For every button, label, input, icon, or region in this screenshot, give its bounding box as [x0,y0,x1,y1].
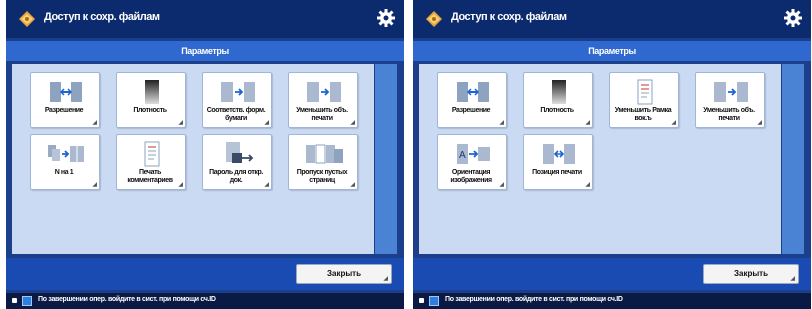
tile-density[interactable]: Плотность ◢ [116,72,186,128]
scrollbar[interactable] [375,64,397,254]
corner-arrow-icon: ◢ [92,182,97,188]
corner-arrow-icon: ◢ [264,120,269,126]
header-bar: Доступ к сохр. файлам [413,0,811,38]
tile-reduce-print[interactable]: Уменьшить объ. печати ◢ [288,72,358,128]
id-card-icon [429,296,439,306]
tile-reduce-print[interactable]: Уменьшить объ. печати ◢ [695,72,765,128]
right-panel: Доступ к сохр. файлам Параметры Разрешен… [413,0,811,309]
tile-label: Уменьшить Рамка вок.ъ [614,107,672,122]
section-title: Параметры [413,41,811,61]
left-panel: Доступ к сохр. файлам Параметры Разрешен… [6,0,404,309]
corner-arrow-icon: ◢ [790,276,795,282]
tile-resolution[interactable]: Разрешение ◢ [30,72,100,128]
svg-text:A: A [459,150,466,161]
tile-area: Разрешение ◢ Плотность ◢ Соответств. фор… [12,64,374,254]
tile-label: N на 1 [54,169,74,176]
corner-arrow-icon: ◢ [178,182,183,188]
folder-access-icon [426,11,442,27]
corner-arrow-icon: ◢ [264,182,269,188]
print-comments-icon [144,141,160,167]
close-button[interactable]: Закрыть ◢ [296,264,392,284]
section-title: Параметры [6,41,404,61]
corner-arrow-icon: ◢ [585,182,590,188]
status-dot-icon [419,298,424,303]
reduce-print-icon [714,82,748,102]
tile-match-paper[interactable]: Соответств. форм. бумаги ◢ [202,72,272,128]
density-icon [552,80,566,104]
tile-label: Разрешение [451,107,491,114]
close-button[interactable]: Закрыть ◢ [703,264,799,284]
corner-arrow-icon: ◢ [92,120,97,126]
id-card-icon [22,296,32,306]
tile-label: Соответств. форм. бумаги [206,107,266,122]
tile-label: Пароль для откр. док. [209,169,263,184]
header-title: Доступ к сохр. файлам [451,11,567,23]
tile-skip-blank[interactable]: Пропуск пустых страниц ◢ [288,134,358,190]
tile-image-orientation[interactable]: A Ориентация изображения ◢ [437,134,507,190]
tile-area: Разрешение ◢ Плотность ◢ Уменьшить Рамка… [419,64,781,254]
tile-label: Ориентация изображения [450,169,492,184]
corner-arrow-icon: ◢ [383,276,388,282]
status-dot-icon [12,298,17,303]
tile-print-comments[interactable]: Печать комментариев ◢ [116,134,186,190]
header-title: Доступ к сохр. файлам [44,11,160,23]
match-paper-size-icon [221,82,255,102]
corner-arrow-icon: ◢ [757,120,762,126]
close-button-label: Закрыть [326,269,362,278]
corner-arrow-icon: ◢ [178,120,183,126]
print-position-icon [543,144,575,164]
image-orientation-icon: A [457,144,490,164]
gear-icon[interactable] [376,8,396,28]
n-on-1-icon [48,145,84,162]
status-bar: По завершении опер. войдите в сист. при … [413,293,811,309]
reduce-frame-icon [637,79,653,105]
corner-arrow-icon: ◢ [585,120,590,126]
tile-label: Позиция печати [532,169,582,176]
resolution-icon [50,82,82,102]
tile-n-on-1[interactable]: N на 1 ◢ [30,134,100,190]
tile-print-position[interactable]: Позиция печати ◢ [523,134,593,190]
status-text: По завершении опер. войдите в сист. при … [445,296,623,303]
footer-bar: Закрыть ◢ [6,258,404,290]
reduce-print-icon [307,82,341,102]
corner-arrow-icon: ◢ [350,120,355,126]
corner-arrow-icon: ◢ [671,120,676,126]
tile-resolution[interactable]: Разрешение ◢ [437,72,507,128]
corner-arrow-icon: ◢ [350,182,355,188]
header-bar: Доступ к сохр. файлам [6,0,404,38]
corner-arrow-icon: ◢ [499,120,504,126]
tile-label: Печать комментариев [127,169,173,184]
corner-arrow-icon: ◢ [499,182,504,188]
skip-blank-pages-icon [306,144,343,164]
status-text: По завершении опер. войдите в сист. при … [38,296,216,303]
screen: Доступ к сохр. файлам Параметры Разрешен… [0,0,812,309]
density-icon [145,80,159,104]
tile-label: Уменьшить объ. печати [296,107,348,122]
footer-bar: Закрыть ◢ [413,258,811,290]
tile-document-password[interactable]: Пароль для откр. док. ◢ [202,134,272,190]
status-bar: По завершении опер. войдите в сист. при … [6,293,404,309]
tile-label: Плотность [540,107,574,114]
tile-reduce-frame[interactable]: Уменьшить Рамка вок.ъ ◢ [609,72,679,128]
tile-label: Уменьшить объ. печати [703,107,755,122]
tile-label: Пропуск пустых страниц [296,169,348,184]
gear-icon[interactable] [783,8,803,28]
tile-density[interactable]: Плотность ◢ [523,72,593,128]
folder-access-icon [19,11,35,27]
scrollbar[interactable] [782,64,804,254]
document-password-icon [226,142,254,163]
tile-label: Разрешение [44,107,84,114]
resolution-icon [457,82,489,102]
tile-label: Плотность [133,107,167,114]
close-button-label: Закрыть [733,269,769,278]
